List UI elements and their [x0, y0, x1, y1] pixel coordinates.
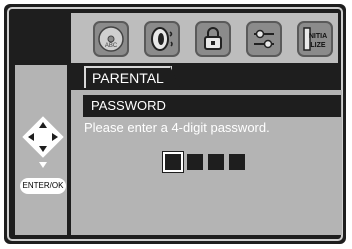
- tab-notch: [170, 66, 180, 88]
- disc-menu-button[interactable]: ABC: [93, 21, 129, 57]
- password-digit-4[interactable]: [229, 154, 245, 170]
- initialize-icon: NITIA LIZE: [303, 27, 327, 51]
- disc-icon: ABC: [98, 26, 124, 52]
- tab-parental[interactable]: PARENTAL: [84, 66, 172, 88]
- dpad-icon: [22, 116, 64, 168]
- settings-menu-button[interactable]: [246, 21, 282, 57]
- svg-text:NITIA: NITIA: [309, 33, 327, 40]
- password-prompt: Please enter a 4-digit password.: [84, 120, 270, 135]
- audio-menu-button[interactable]: [144, 21, 180, 57]
- settings-sliders-icon: [254, 29, 274, 49]
- parental-lock-menu-button[interactable]: [195, 21, 231, 57]
- initialize-menu-button[interactable]: NITIA LIZE: [297, 21, 333, 57]
- speaker-icon: [151, 27, 173, 51]
- svg-text:LIZE: LIZE: [310, 42, 325, 49]
- menu-icon-bar: ABC NITIA LIZE: [71, 13, 338, 63]
- section-title-password: PASSWORD: [83, 95, 341, 117]
- password-digit-3[interactable]: [208, 154, 224, 170]
- password-digit-2[interactable]: [187, 154, 203, 170]
- enter-ok-label: ENTER/OK: [20, 178, 66, 194]
- tab-row: PARENTAL: [71, 66, 342, 90]
- svg-text:ABC: ABC: [105, 43, 118, 49]
- password-digit-1[interactable]: [162, 151, 184, 173]
- lock-icon: [204, 27, 222, 50]
